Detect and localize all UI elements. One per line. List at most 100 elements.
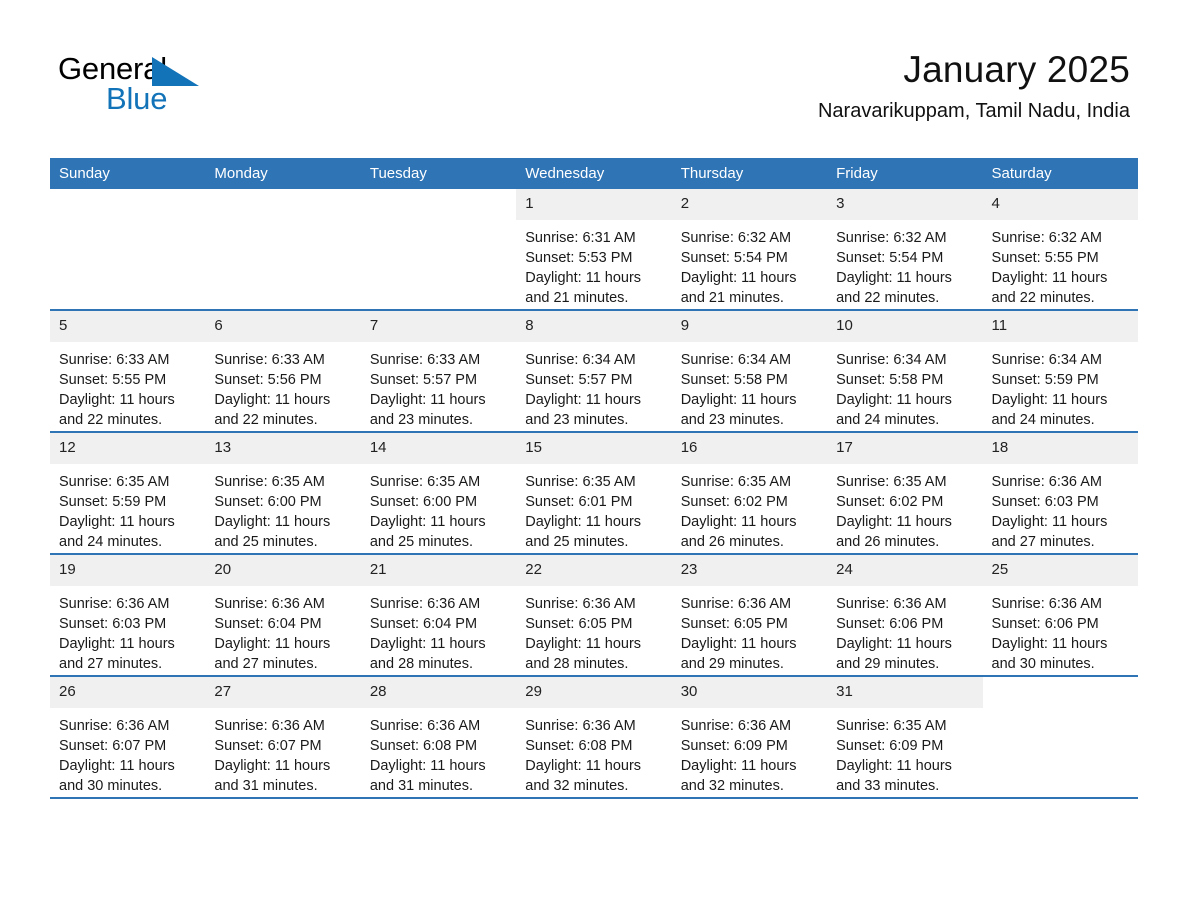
sunset-text: Sunset: 6:08 PM	[525, 738, 633, 754]
calendar-day-cell[interactable]: 19 Sunrise: 6:36 AM Sunset: 6:03 PM Dayligh…	[50, 554, 206, 677]
day-details: Sunrise: 6:34 AM Sunset: 5:57 PM Daylight:…	[516, 342, 671, 430]
sunset-text: Sunset: 5:55 PM	[991, 250, 1099, 266]
calendar-day-cell[interactable]: 30 Sunrise: 6:36 AM Sunset: 6:09 PM Dayligh…	[671, 676, 828, 799]
general-blue-logo[interactable]: General Blue	[58, 52, 258, 118]
daylight-text-line1: Daylight: 11 hours	[836, 514, 952, 530]
daylight-text-line2: and 21 minutes.	[525, 290, 629, 306]
calendar-table: Sunday Monday Tuesday Wednesday Thursday…	[50, 158, 1138, 799]
sunset-text: Sunset: 6:03 PM	[991, 494, 1099, 510]
calendar-day-cell[interactable]: 20 Sunrise: 6:36 AM Sunset: 6:04 PM Dayligh…	[205, 554, 361, 677]
day-number: 20	[205, 555, 361, 586]
sunset-text: Sunset: 6:08 PM	[369, 738, 478, 754]
calendar-day-cell-empty	[205, 189, 361, 311]
day-details: Sunrise: 6:36 AM Sunset: 6:03 PM Daylight:…	[983, 464, 1138, 552]
calendar-day-cell[interactable]: 18 Sunrise: 6:36 AM Sunset: 6:03 PM Dayligh…	[982, 432, 1138, 555]
calendar-day-cell[interactable]: 13 Sunrise: 6:35 AM Sunset: 6:00 PM Dayligh…	[205, 432, 361, 555]
day-number: 23	[671, 555, 828, 586]
calendar-day-cell[interactable]: 28 Sunrise: 6:36 AM Sunset: 6:08 PM Dayligh…	[360, 676, 517, 799]
calendar-day-cell[interactable]: 31 Sunrise: 6:35 AM Sunset: 6:09 PM Dayligh…	[827, 676, 983, 799]
calendar-day-cell-empty	[982, 676, 1138, 799]
sunset-text: Sunset: 6:09 PM	[836, 738, 944, 754]
sunrise-text: Sunrise: 6:32 AM	[836, 230, 947, 246]
daylight-text-line1: Daylight: 11 hours	[991, 514, 1108, 530]
calendar-day-cell[interactable]: 8 Sunrise: 6:34 AM Sunset: 5:57 PM Daylight…	[516, 310, 672, 433]
calendar-day-cell-empty	[50, 189, 206, 311]
day-details: Sunrise: 6:34 AM Sunset: 5:58 PM Daylight:…	[672, 342, 827, 430]
daylight-text-line1: Daylight: 11 hours	[525, 270, 642, 286]
day-number: 27	[205, 677, 361, 708]
daylight-text-line2: and 31 minutes.	[369, 778, 474, 794]
calendar-day-cell[interactable]: 15 Sunrise: 6:35 AM Sunset: 6:01 PM Dayligh…	[516, 432, 672, 555]
calendar-day-cell[interactable]: 6 Sunrise: 6:33 AM Sunset: 5:56 PM Daylight…	[205, 310, 361, 433]
daylight-text-line1: Daylight: 11 hours	[991, 636, 1108, 652]
daylight-text-line1: Daylight: 11 hours	[836, 636, 952, 652]
sunrise-text: Sunrise: 6:34 AM	[991, 352, 1102, 368]
day-details: Sunrise: 6:36 AM Sunset: 6:07 PM Daylight:…	[205, 708, 360, 796]
sunset-text: Sunset: 6:07 PM	[214, 738, 322, 754]
day-details: Sunrise: 6:36 AM Sunset: 6:07 PM Daylight:…	[50, 708, 205, 796]
calendar-day-cell[interactable]: 7 Sunrise: 6:33 AM Sunset: 5:57 PM Daylight…	[360, 310, 517, 433]
calendar-day-cell[interactable]: 4 Sunrise: 6:32 AM Sunset: 5:55 PM Daylight…	[982, 189, 1138, 311]
day-number: 12	[50, 433, 206, 464]
daylight-text-line1: Daylight: 11 hours	[59, 514, 175, 530]
daylight-text-line1: Daylight: 11 hours	[214, 392, 331, 408]
calendar-day-cell[interactable]: 23 Sunrise: 6:36 AM Sunset: 6:05 PM Dayligh…	[671, 554, 828, 677]
calendar-day-cell[interactable]: 5 Sunrise: 6:33 AM Sunset: 5:55 PM Daylight…	[50, 310, 206, 433]
sunrise-text: Sunrise: 6:36 AM	[214, 718, 325, 734]
calendar-day-cell[interactable]: 12 Sunrise: 6:35 AM Sunset: 5:59 PM Dayligh…	[50, 432, 206, 555]
sunrise-text: Sunrise: 6:36 AM	[214, 596, 325, 612]
day-details: Sunrise: 6:36 AM Sunset: 6:05 PM Daylight:…	[672, 586, 827, 674]
day-number: 4	[982, 189, 1138, 220]
day-details: Sunrise: 6:32 AM Sunset: 5:54 PM Daylight:…	[827, 220, 982, 308]
calendar-day-cell[interactable]: 21 Sunrise: 6:36 AM Sunset: 6:04 PM Dayligh…	[360, 554, 517, 677]
calendar-day-cell[interactable]: 17 Sunrise: 6:35 AM Sunset: 6:02 PM Dayligh…	[827, 432, 983, 555]
calendar-day-cell[interactable]: 16 Sunrise: 6:35 AM Sunset: 6:02 PM Dayligh…	[671, 432, 828, 555]
calendar-day-cell[interactable]: 29 Sunrise: 6:36 AM Sunset: 6:08 PM Dayligh…	[516, 676, 672, 799]
sunrise-text: Sunrise: 6:36 AM	[991, 596, 1102, 612]
daylight-text-line2: and 25 minutes.	[369, 534, 474, 550]
daylight-text-line2: and 24 minutes.	[991, 412, 1095, 428]
sunrise-text: Sunrise: 6:35 AM	[214, 474, 325, 490]
day-details: Sunrise: 6:32 AM Sunset: 5:55 PM Daylight:…	[983, 220, 1138, 308]
calendar-day-cell[interactable]: 9 Sunrise: 6:34 AM Sunset: 5:58 PM Daylight…	[671, 310, 828, 433]
calendar-day-cell[interactable]: 2 Sunrise: 6:32 AM Sunset: 5:54 PM Daylight…	[671, 189, 828, 311]
day-details: Sunrise: 6:36 AM Sunset: 6:09 PM Daylight:…	[672, 708, 827, 796]
daylight-text-line2: and 23 minutes.	[525, 412, 629, 428]
day-number: 21	[360, 555, 517, 586]
sunset-text: Sunset: 6:03 PM	[59, 616, 167, 632]
calendar-day-cell[interactable]: 22 Sunrise: 6:36 AM Sunset: 6:05 PM Dayligh…	[516, 554, 672, 677]
calendar-day-cell[interactable]: 14 Sunrise: 6:35 AM Sunset: 6:00 PM Dayligh…	[360, 432, 517, 555]
daylight-text-line1: Daylight: 11 hours	[525, 514, 642, 530]
daylight-text-line1: Daylight: 11 hours	[680, 270, 797, 286]
calendar-day-cell-empty	[360, 189, 517, 311]
day-details: Sunrise: 6:32 AM Sunset: 5:54 PM Daylight:…	[672, 220, 827, 308]
calendar-day-cell[interactable]: 24 Sunrise: 6:36 AM Sunset: 6:06 PM Dayligh…	[827, 554, 983, 677]
calendar-day-cell[interactable]: 1 Sunrise: 6:31 AM Sunset: 5:53 PM Daylight…	[516, 189, 672, 311]
calendar-day-cell[interactable]: 11 Sunrise: 6:34 AM Sunset: 5:59 PM Dayligh…	[982, 310, 1138, 433]
daylight-text-line1: Daylight: 11 hours	[836, 270, 952, 286]
daylight-text-line2: and 22 minutes.	[59, 412, 163, 428]
calendar-day-cell[interactable]: 3 Sunrise: 6:32 AM Sunset: 5:54 PM Daylight…	[827, 189, 983, 311]
day-number: 5	[50, 311, 206, 342]
sunrise-text: Sunrise: 6:36 AM	[59, 596, 170, 612]
day-details: Sunrise: 6:35 AM Sunset: 6:02 PM Daylight:…	[672, 464, 827, 552]
daylight-text-line2: and 28 minutes.	[369, 656, 474, 672]
daylight-text-line1: Daylight: 11 hours	[214, 636, 331, 652]
calendar-day-cell[interactable]: 26 Sunrise: 6:36 AM Sunset: 6:07 PM Dayligh…	[50, 676, 206, 799]
day-number: 29	[516, 677, 672, 708]
daylight-text-line2: and 27 minutes.	[991, 534, 1095, 550]
title-block: January 2025 Naravarikuppam, Tamil Nadu,…	[818, 48, 1130, 124]
day-details: Sunrise: 6:33 AM Sunset: 5:56 PM Daylight:…	[205, 342, 360, 430]
daylight-text-line1: Daylight: 11 hours	[991, 392, 1108, 408]
calendar-header-row: Sunday Monday Tuesday Wednesday Thursday…	[50, 158, 1138, 189]
day-number: 30	[671, 677, 828, 708]
day-details: Sunrise: 6:36 AM Sunset: 6:05 PM Daylight:…	[516, 586, 671, 674]
calendar-day-cell[interactable]: 27 Sunrise: 6:36 AM Sunset: 6:07 PM Dayligh…	[205, 676, 361, 799]
daylight-text-line2: and 33 minutes.	[836, 778, 940, 794]
calendar-day-cell[interactable]: 25 Sunrise: 6:36 AM Sunset: 6:06 PM Dayligh…	[982, 554, 1138, 677]
sunrise-text: Sunrise: 6:36 AM	[369, 596, 481, 612]
calendar-day-cell[interactable]: 10 Sunrise: 6:34 AM Sunset: 5:58 PM Dayligh…	[827, 310, 983, 433]
daylight-text-line1: Daylight: 11 hours	[59, 392, 175, 408]
sunrise-text: Sunrise: 6:36 AM	[680, 718, 792, 734]
daylight-text-line1: Daylight: 11 hours	[680, 758, 797, 774]
